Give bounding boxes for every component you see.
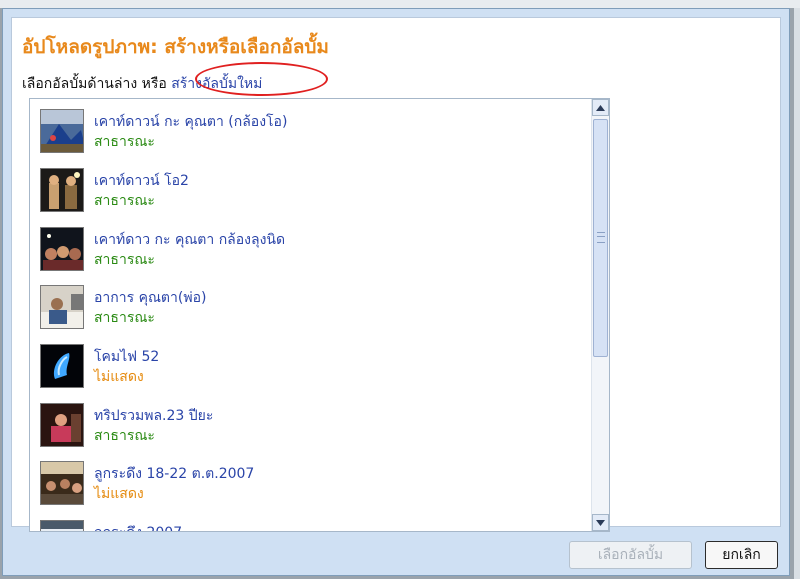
album-thumbnail [40,403,84,447]
album-item[interactable]: ลูกระดึง 2007 [40,520,580,531]
album-status: สาธารณะ [94,252,155,268]
album-status: สาธารณะ [94,310,155,326]
album-name: โคมไฟ 52 [94,349,160,365]
album-item[interactable]: เคาท์ดาวน์ กะ คุณตา (กล้องโอ) สาธารณะ [40,109,580,159]
album-thumbnail [40,285,84,329]
album-name: ลูกระดึง 2007 [94,522,182,531]
album-item[interactable]: ลูกระดึง 18-22 ต.ต.2007 ไม่แสดง [40,461,580,511]
album-name: เคาท์ดาวน์ โอ2 [94,173,189,189]
dialog-title: อัปโหลดรูปภาพ: สร้างหรือเลือกอัลบั้ม [22,36,329,58]
album-name: อาการ คุณตา(พ่อ) [94,290,207,306]
album-item[interactable]: เคาท์ดาวน์ โอ2 สาธารณะ [40,168,580,218]
album-name: เคาท์ดาวน์ กะ คุณตา (กล้องโอ) [94,114,288,130]
scroll-up-arrow-icon [596,104,605,111]
album-name: เคาท์ดาว กะ คุณตา กล้องลุงนิด [94,232,286,248]
scrollbar-thumb[interactable] [593,119,608,357]
album-item[interactable]: เคาท์ดาว กะ คุณตา กล้องลุงนิด สาธารณะ [40,227,580,277]
create-new-album-link[interactable]: สร้างอัลบั้มใหม่ [171,76,262,92]
album-status: สาธารณะ [94,193,155,209]
album-thumbnail [40,168,84,212]
scroll-down-arrow-icon [596,519,605,526]
dialog-content-panel: อัปโหลดรูปภาพ: สร้างหรือเลือกอัลบั้ม เลื… [11,17,781,532]
album-thumbnail [40,461,84,505]
background-page-edge [794,8,800,579]
album-status: ไม่แสดง [94,486,144,502]
album-name: ลูกระดึง 18-22 ต.ต.2007 [94,466,255,482]
select-album-button[interactable]: เลือกอัลบั้ม [569,541,692,569]
scrollbar-grip-icon [597,232,605,243]
album-thumbnail [40,109,84,153]
album-status: สาธารณะ [94,428,155,444]
album-thumbnail [40,227,84,271]
dialog-subtitle: เลือกอัลบั้มด้านล่าง หรือ สร้างอัลบั้มให… [22,73,262,95]
album-status: สาธารณะ [94,134,155,150]
album-thumbnail [40,520,84,531]
album-item[interactable]: ทริปรวมพล.23 ปียะ สาธารณะ [40,403,580,453]
album-status: ไม่แสดง [94,369,144,385]
album-name: ทริปรวมพล.23 ปียะ [94,408,214,424]
cancel-button[interactable]: ยกเลิก [705,541,778,569]
album-list-scrollbar[interactable] [591,99,609,531]
choose-album-dialog: อัปโหลดรูปภาพ: สร้างหรือเลือกอัลบั้ม เลื… [2,8,790,576]
album-thumbnail [40,344,84,388]
background-page-strip [0,0,800,8]
subtitle-text: เลือกอัลบั้มด้านล่าง หรือ [22,76,172,92]
scroll-up-button[interactable] [592,99,609,116]
album-item[interactable]: อาการ คุณตา(พ่อ) สาธารณะ [40,285,580,335]
album-list[interactable]: เคาท์ดาวน์ กะ คุณตา (กล้องโอ) สาธารณะ เค… [29,98,610,532]
album-item[interactable]: โคมไฟ 52 ไม่แสดง [40,344,580,394]
scroll-down-button[interactable] [592,514,609,531]
